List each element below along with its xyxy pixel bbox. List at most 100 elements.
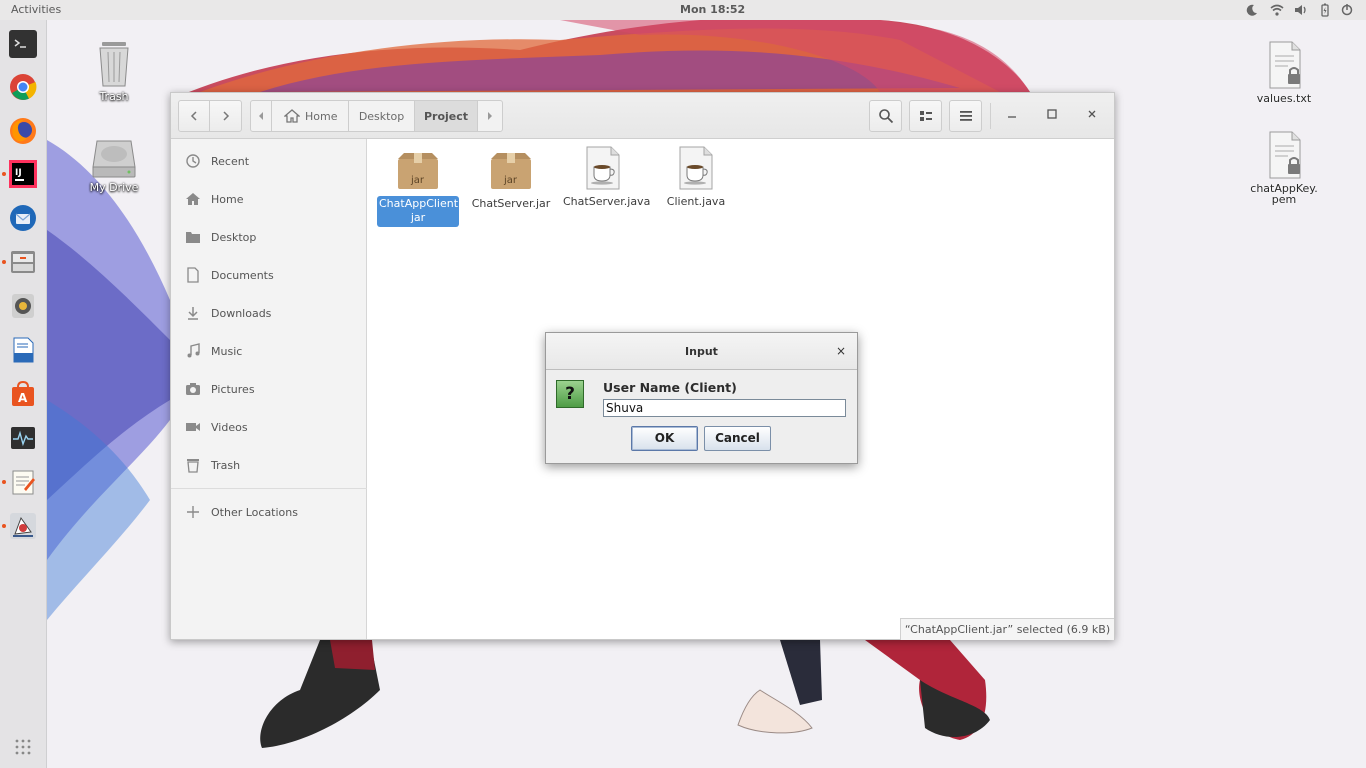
- chrome-icon[interactable]: [9, 73, 37, 101]
- desktop-icon-values-txt[interactable]: values.txt: [1249, 40, 1319, 104]
- breadcrumb-home[interactable]: Home: [271, 100, 349, 132]
- breadcrumb-scroll-right[interactable]: [477, 100, 503, 132]
- file-item[interactable]: ChatServer.java: [561, 145, 651, 211]
- sidebar-item-label: Home: [211, 192, 244, 206]
- sidebar-item-videos[interactable]: Videos: [171, 412, 367, 442]
- terminal-icon[interactable]: [9, 30, 37, 58]
- dialog-close-button[interactable]: ×: [834, 344, 848, 358]
- text-file-icon: [1269, 41, 1301, 89]
- archive-icon: jar: [491, 153, 531, 189]
- ok-button[interactable]: OK: [631, 426, 698, 451]
- desktop-icon-label: values.txt: [1256, 92, 1312, 105]
- sidebar-item-label: Downloads: [211, 306, 272, 320]
- libreoffice-writer-icon[interactable]: [9, 336, 37, 364]
- text-file-icon: [1269, 131, 1301, 179]
- sidebar-item-label: Other Locations: [211, 505, 298, 519]
- chevron-right-icon: [488, 112, 492, 120]
- file-item[interactable]: Client.java: [654, 145, 738, 211]
- sidebar-item-pictures[interactable]: Pictures: [171, 374, 367, 404]
- file-item[interactable]: jar ChatServer.jar: [469, 151, 553, 213]
- cancel-button[interactable]: Cancel: [704, 426, 771, 451]
- chevron-left-icon: [259, 112, 263, 120]
- system-menu-icon[interactable]: [1340, 3, 1354, 17]
- software-center-icon[interactable]: A: [9, 380, 37, 408]
- sidebar-item-other-locations[interactable]: Other Locations: [171, 497, 367, 527]
- breadcrumb-label: Project: [423, 109, 469, 123]
- firefox-icon[interactable]: [9, 117, 37, 145]
- activities-button[interactable]: Activities: [11, 3, 61, 16]
- svg-text:jar: jar: [503, 175, 518, 186]
- night-light-icon[interactable]: [1245, 3, 1259, 17]
- dock: IJ A: [0, 20, 47, 768]
- places-sidebar: Recent Home Desktop Documents Downloads …: [171, 139, 367, 639]
- forward-button[interactable]: [209, 100, 242, 132]
- maximize-button[interactable]: [1044, 108, 1060, 124]
- header-separator: [990, 103, 991, 129]
- list-view-icon: [919, 111, 932, 121]
- top-bar: Activities Mon 18:52: [0, 0, 1366, 20]
- sidebar-item-trash[interactable]: Trash: [171, 450, 367, 480]
- search-icon: [878, 109, 893, 124]
- username-input[interactable]: [603, 399, 846, 417]
- breadcrumb-project[interactable]: Project: [414, 100, 478, 132]
- sidebar-item-downloads[interactable]: Downloads: [171, 298, 367, 328]
- chevron-left-icon: [190, 111, 197, 121]
- question-icon: ?: [556, 380, 584, 408]
- file-name: Client.java: [666, 195, 726, 208]
- download-icon: [188, 307, 198, 320]
- breadcrumb-desktop[interactable]: Desktop: [348, 100, 415, 132]
- svg-text:A: A: [18, 391, 28, 405]
- minimize-button[interactable]: [1004, 108, 1020, 124]
- sidebar-item-label: Documents: [211, 268, 274, 282]
- desktop-icon-label: My Drive: [89, 181, 139, 194]
- breadcrumb-label: Desktop: [358, 109, 405, 123]
- video-icon: [186, 423, 200, 431]
- sidebar-item-recent[interactable]: Recent: [171, 146, 367, 176]
- desktop-icon-label: Trash: [99, 90, 129, 103]
- file-name: ChatAppClient. jar: [377, 196, 462, 227]
- sidebar-item-label: Desktop: [211, 230, 257, 244]
- dialog-title: Input: [546, 333, 857, 370]
- file-name: ChatServer.java: [563, 195, 651, 208]
- intellij-idea-icon[interactable]: IJ: [9, 160, 37, 188]
- search-button[interactable]: [869, 100, 902, 132]
- rhythmbox-icon[interactable]: [9, 292, 37, 320]
- file-item[interactable]: jar ChatAppClient. jar: [376, 151, 462, 227]
- camera-icon: [186, 383, 200, 395]
- desktop-icon-chatappkey-pem[interactable]: chatAppKey. pem: [1249, 130, 1319, 205]
- breadcrumb-label: Home: [305, 109, 338, 123]
- wifi-icon[interactable]: [1270, 3, 1284, 17]
- clock[interactable]: Mon 18:52: [680, 3, 745, 16]
- breadcrumb-scroll-left[interactable]: [250, 100, 272, 132]
- view-toggle-button[interactable]: [909, 100, 942, 132]
- text-editor-icon[interactable]: [9, 468, 37, 496]
- thunderbird-icon[interactable]: [9, 204, 37, 232]
- back-button[interactable]: [178, 100, 210, 132]
- show-applications-icon[interactable]: [14, 738, 32, 756]
- home-icon: [284, 109, 300, 123]
- trash-can-icon: [99, 42, 129, 87]
- minimize-icon: [1008, 116, 1016, 118]
- desktop-icon-trash[interactable]: Trash: [79, 40, 149, 102]
- desktop-icon-my-drive[interactable]: My Drive: [79, 137, 149, 193]
- plus-icon: [187, 506, 199, 518]
- document-icon: [187, 267, 199, 283]
- volume-icon[interactable]: [1294, 3, 1308, 17]
- header-bar: Home Desktop Project: [171, 93, 1114, 139]
- sidebar-item-desktop[interactable]: Desktop: [171, 222, 367, 252]
- close-button[interactable]: [1084, 108, 1100, 124]
- system-monitor-icon[interactable]: [9, 424, 37, 452]
- running-indicator: [2, 172, 6, 176]
- menu-button[interactable]: [949, 100, 982, 132]
- sidebar-item-home[interactable]: Home: [171, 184, 367, 214]
- java-app-icon[interactable]: [9, 512, 37, 540]
- folder-icon: [186, 232, 200, 243]
- java-coffee-icon: [679, 146, 713, 190]
- chevron-right-icon: [222, 111, 229, 121]
- maximize-icon: [1047, 109, 1057, 119]
- sidebar-item-documents[interactable]: Documents: [171, 260, 367, 290]
- battery-icon[interactable]: [1318, 3, 1332, 17]
- clock-icon: [186, 154, 200, 168]
- sidebar-item-music[interactable]: Music: [171, 336, 367, 366]
- files-icon[interactable]: [9, 248, 37, 276]
